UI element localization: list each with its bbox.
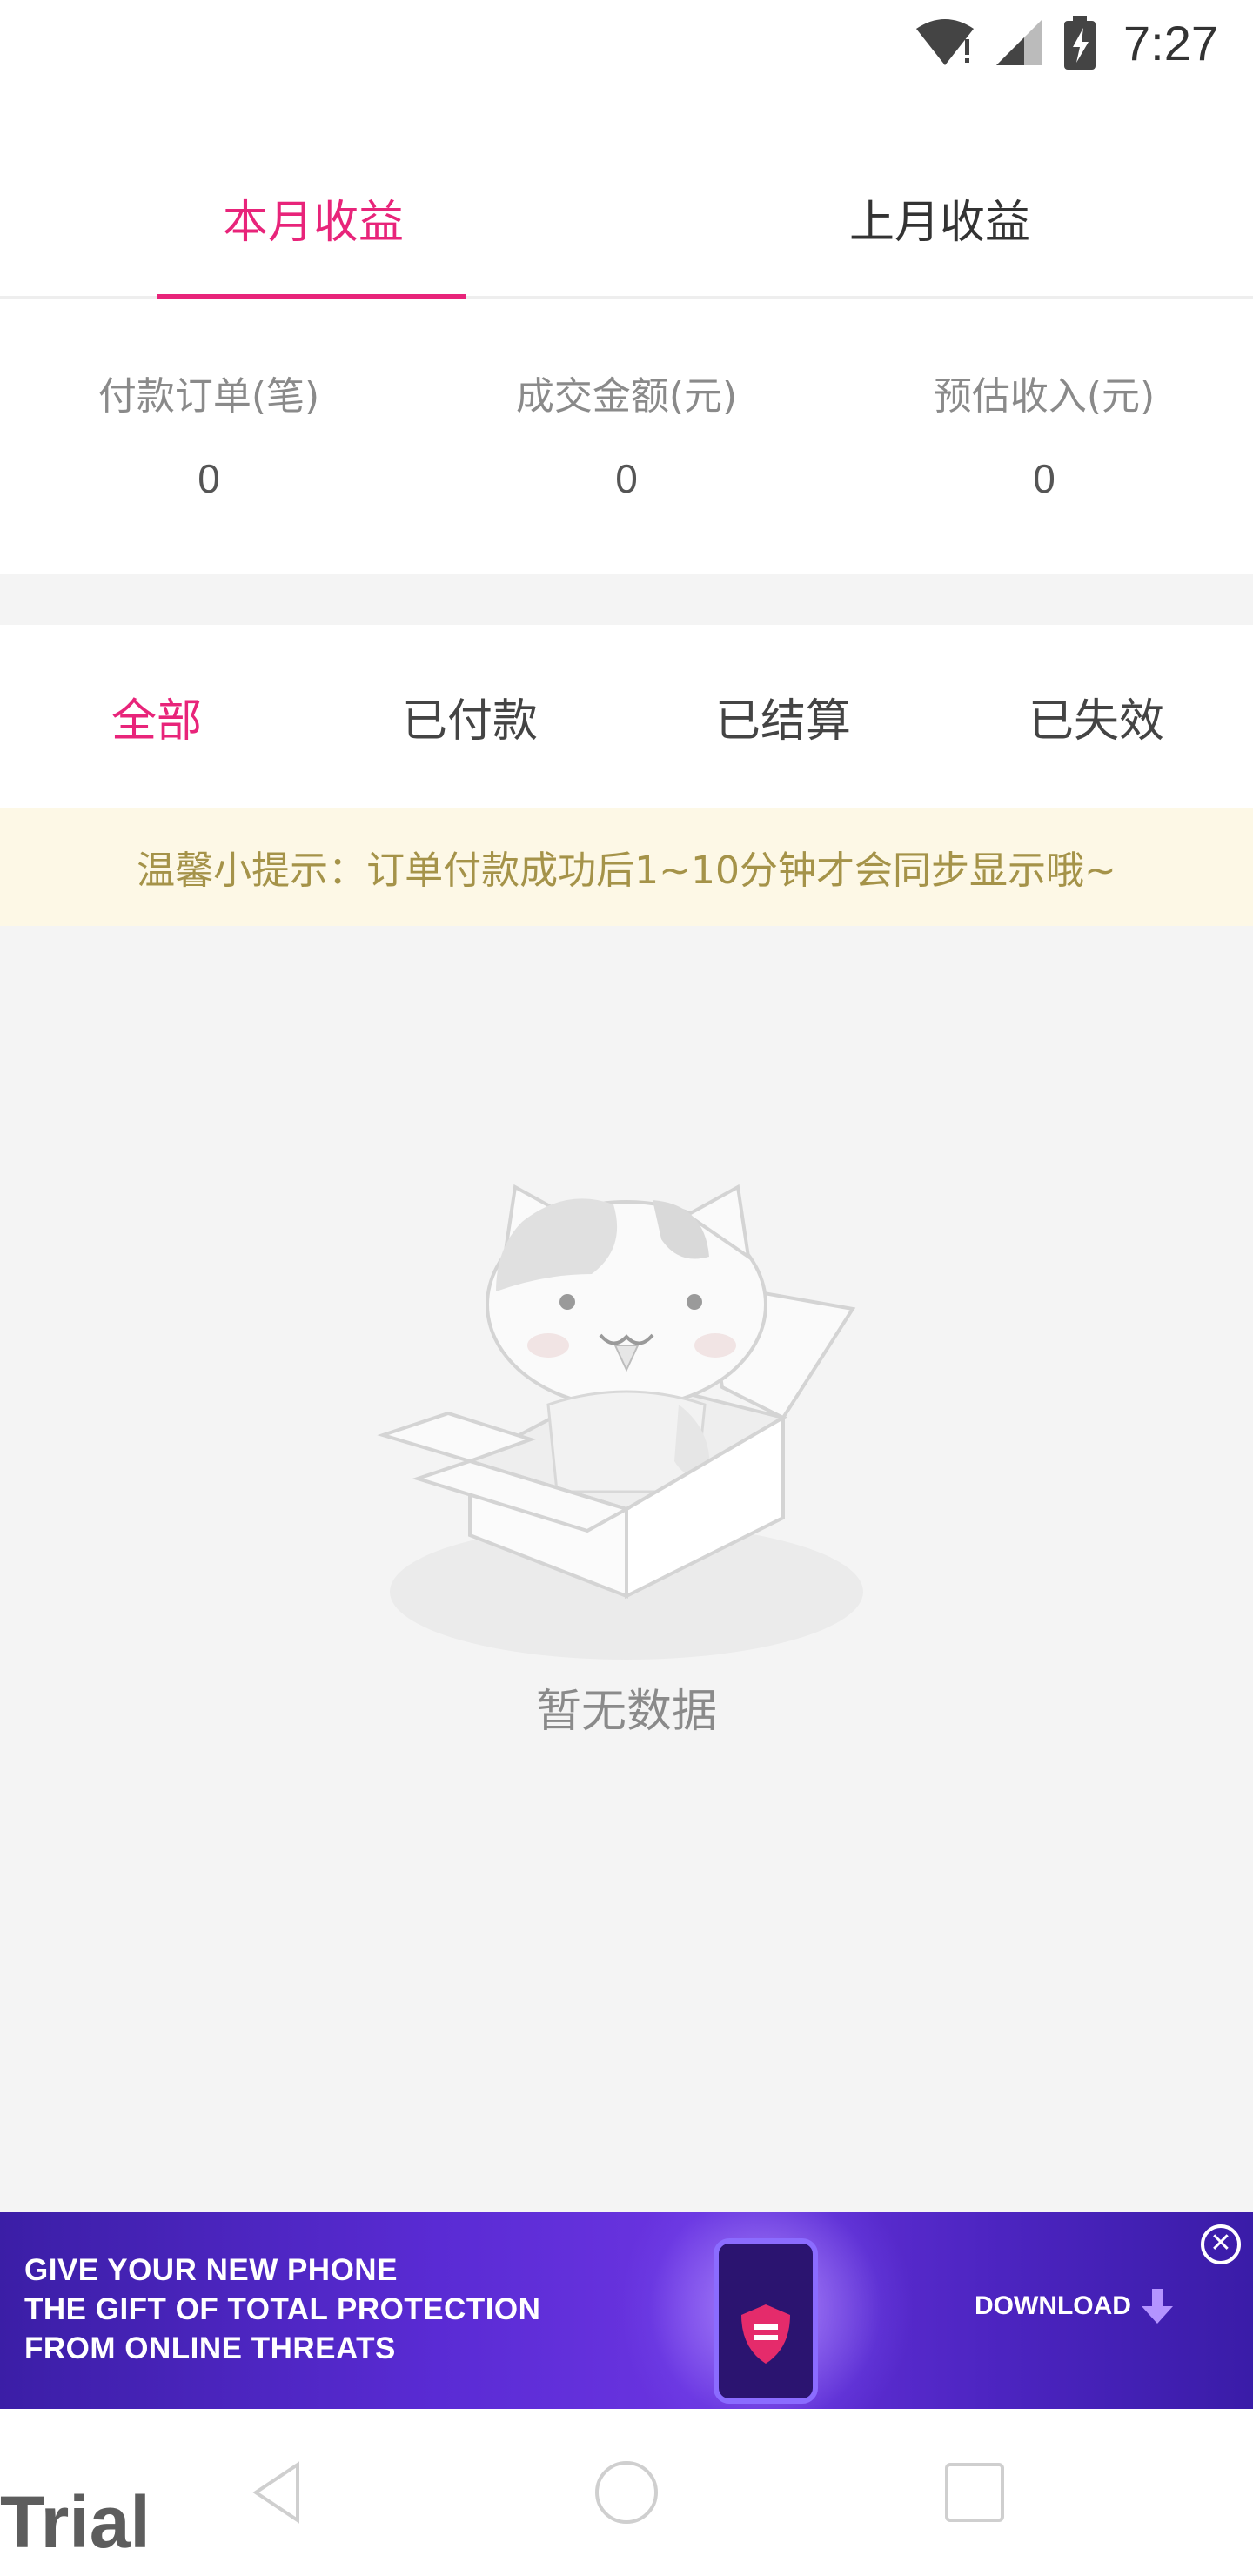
wifi-icon: [916, 19, 974, 65]
stat-label: 预估收入(元): [933, 374, 1156, 419]
home-icon[interactable]: [592, 2458, 661, 2527]
tab-label: 本月收益: [222, 196, 404, 249]
tab-last-month[interactable]: 上月收益: [626, 139, 1253, 296]
status-time: 7:27: [1123, 15, 1218, 70]
stat-paid-orders: 付款订单(笔) 0: [0, 299, 418, 574]
tab-this-month[interactable]: 本月收益: [0, 139, 626, 299]
ad-headline: GIVE YOUR NEW PHONE THE GIFT OF TOTAL PR…: [24, 2251, 540, 2368]
ad-line: FROM ONLINE THREATS: [24, 2331, 396, 2365]
ad-line: GIVE YOUR NEW PHONE: [24, 2253, 398, 2287]
stat-estimated-income: 预估收入(元) 0: [835, 299, 1253, 574]
status-bar: 7:27: [0, 0, 1253, 87]
back-icon[interactable]: [244, 2458, 313, 2527]
filter-tab-settled[interactable]: 已结算: [626, 625, 940, 808]
tab-label: 上月收益: [848, 196, 1030, 249]
stat-transaction-amount: 成交金额(元) 0: [418, 299, 835, 574]
filter-tab-paid[interactable]: 已付款: [313, 625, 626, 808]
stat-label: 付款订单(笔): [97, 374, 320, 419]
battery-charging-icon: [1064, 16, 1096, 70]
stat-value: 0: [198, 456, 220, 501]
filter-tab-all[interactable]: 全部: [0, 625, 313, 808]
recents-icon[interactable]: [940, 2458, 1009, 2527]
ad-banner[interactable]: GIVE YOUR NEW PHONE THE GIFT OF TOTAL PR…: [0, 2212, 1253, 2409]
phone-shield-icon: [714, 2238, 818, 2404]
ad-download-button[interactable]: DOWNLOAD: [975, 2287, 1175, 2325]
stats-summary: 付款订单(笔) 0 成交金额(元) 0 预估收入(元) 0: [0, 299, 1253, 574]
stat-label: 成交金额(元): [515, 374, 738, 419]
stat-value: 0: [1033, 456, 1055, 501]
earnings-period-tabs: 本月收益 上月收益: [0, 139, 1253, 299]
empty-state-text: 暂无数据: [535, 1686, 717, 1738]
signal-icon: [996, 20, 1042, 65]
system-nav-bar: [0, 2409, 1253, 2576]
ad-close-icon[interactable]: ✕: [1201, 2224, 1241, 2264]
section-divider: [0, 574, 1253, 625]
tip-banner: 温馨小提示：订单付款成功后1~10分钟才会同步显示哦~: [0, 808, 1253, 926]
filter-tab-expired[interactable]: 已失效: [940, 625, 1253, 808]
trial-watermark: Trial: [0, 2481, 151, 2563]
download-arrow-icon: [1141, 2289, 1173, 2324]
order-list-area: 暂无数据: [0, 926, 1253, 2212]
ad-line: THE GIFT OF TOTAL PROTECTION: [24, 2292, 541, 2326]
cat-in-box-illustration: [377, 1184, 863, 1660]
ad-download-label: DOWNLOAD: [975, 2291, 1131, 2320]
order-filter-tabs: 全部 已付款 已结算 已失效: [0, 625, 1253, 808]
stat-value: 0: [615, 456, 638, 501]
status-icons: 7:27: [915, 12, 1218, 73]
